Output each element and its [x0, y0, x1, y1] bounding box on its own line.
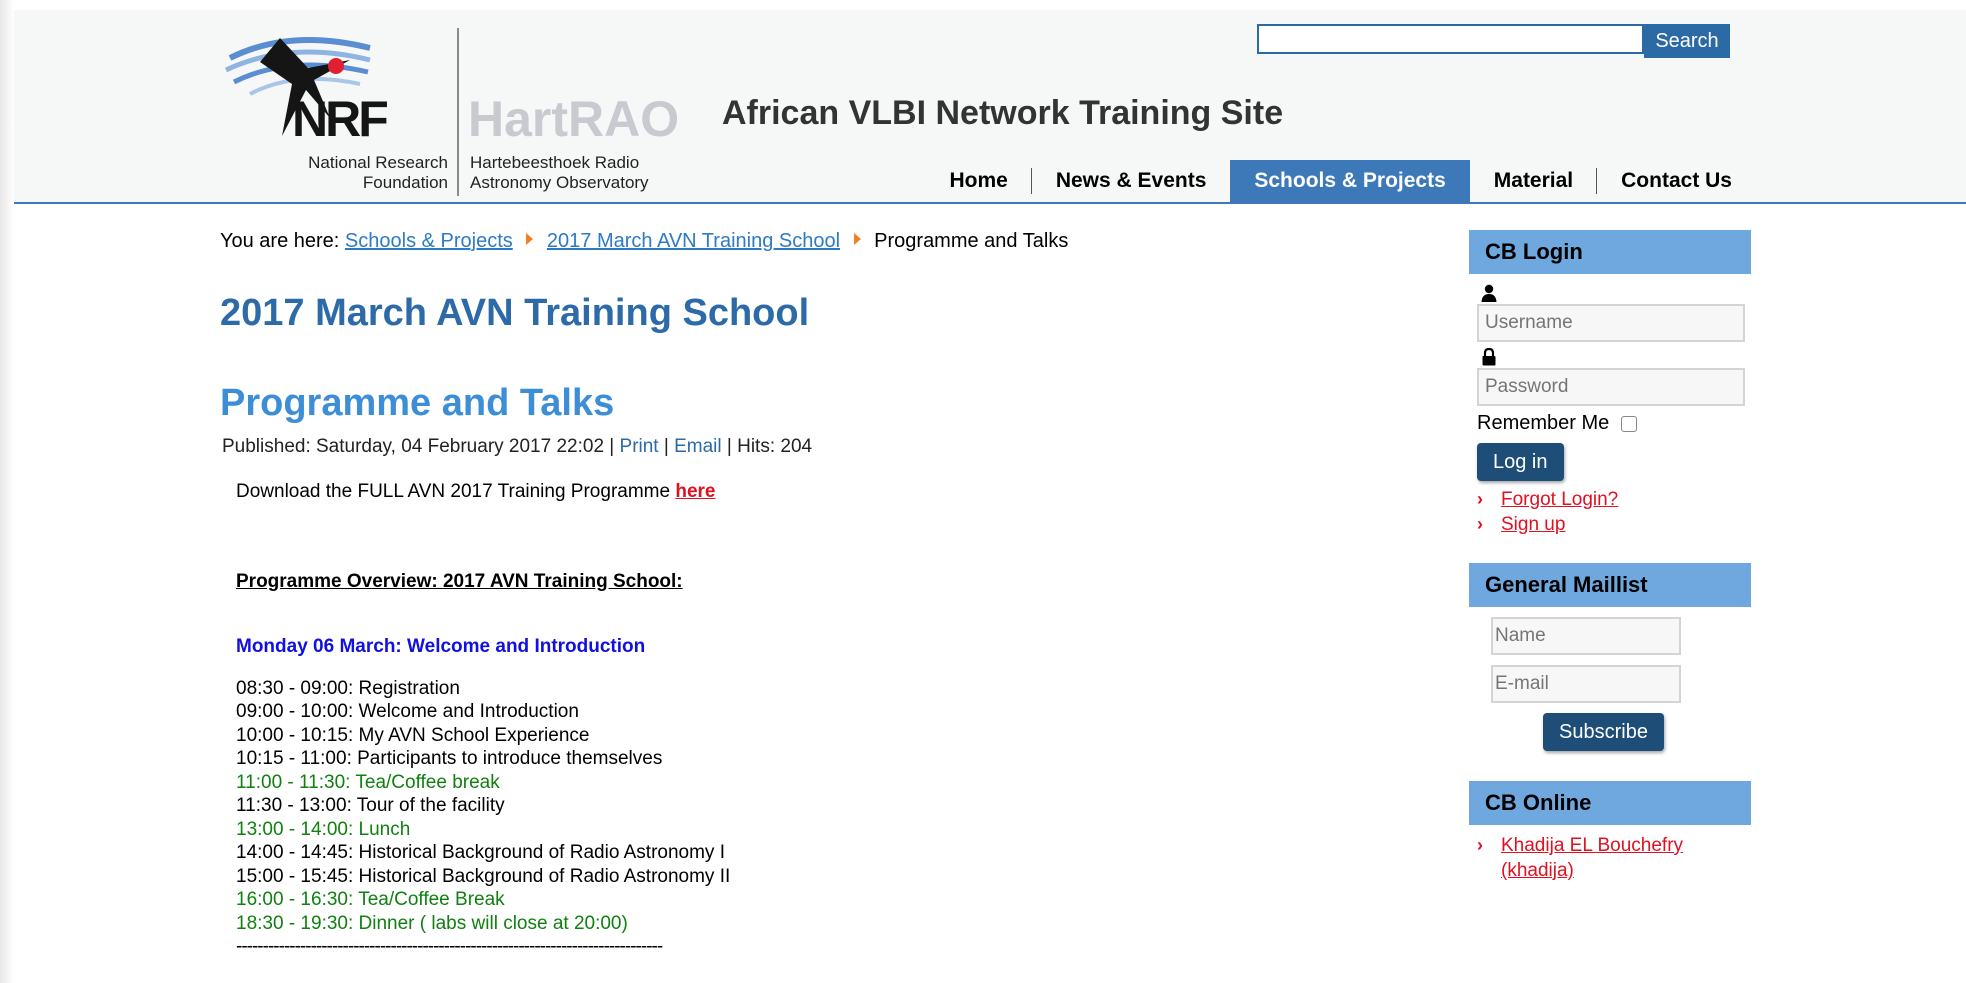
- download-here-link[interactable]: here: [675, 481, 715, 502]
- hits-count: Hits: 204: [737, 436, 813, 457]
- download-text: Download the FULL AVN 2017 Training Prog…: [236, 481, 671, 502]
- logo-nrf-line2: Foundation: [363, 173, 448, 192]
- main-nav: Home News & Events Schools & Projects Ma…: [925, 160, 1756, 202]
- online-users-list: › Khadija EL Bouchefry (khadija): [1469, 833, 1751, 883]
- nav-material[interactable]: Material: [1470, 160, 1598, 202]
- divider-line: ----------------------------------------…: [236, 936, 663, 957]
- schedule-item: 14:00 - 14:45: Historical Background of …: [236, 842, 725, 863]
- user-icon: [1481, 284, 1497, 302]
- search-input[interactable]: [1257, 24, 1644, 54]
- subscribe-button[interactable]: Subscribe: [1543, 713, 1664, 751]
- remember-me-row: Remember Me: [1477, 412, 1745, 435]
- article-title: Programme and Talks: [220, 382, 615, 424]
- meta-separator: |: [609, 436, 615, 457]
- site-title: African VLBI Network Training Site: [722, 94, 1284, 132]
- breadcrumb-arrow-icon: [526, 233, 534, 245]
- search-button[interactable]: Search: [1644, 24, 1730, 58]
- nav-schools-projects[interactable]: Schools & Projects: [1230, 160, 1470, 202]
- online-user-name: Khadija EL Bouchefry: [1501, 835, 1684, 856]
- chevron-right-icon: ›: [1477, 489, 1483, 509]
- email-link[interactable]: Email: [674, 436, 722, 457]
- online-module-title: CB Online: [1469, 781, 1751, 825]
- overview-heading: Programme Overview: 2017 AVN Training Sc…: [236, 570, 683, 592]
- sidebar: CB Login Remember Me Log in › Forgot Log…: [1469, 230, 1751, 883]
- logo-hartrao-line1: Hartebeesthoek Radio: [470, 153, 639, 172]
- login-links: › Forgot Login? › Sign up: [1477, 487, 1745, 537]
- maillist-name-input[interactable]: [1491, 617, 1681, 655]
- download-line: Download the FULL AVN 2017 Training Prog…: [236, 480, 730, 504]
- maillist-module-title: General Maillist: [1469, 563, 1751, 607]
- article-body: Download the FULL AVN 2017 Training Prog…: [236, 480, 730, 959]
- forgot-login-link[interactable]: Forgot Login?: [1501, 487, 1618, 512]
- list-item: › Khadija EL Bouchefry (khadija): [1477, 833, 1751, 883]
- chevron-right-icon: ›: [1477, 514, 1483, 534]
- nav-news-events[interactable]: News & Events: [1032, 160, 1231, 202]
- breadcrumb: You are here: Schools & Projects 2017 Ma…: [220, 230, 1068, 253]
- schedule-list: 08:30 - 09:00: Registration 09:00 - 10:0…: [236, 677, 730, 936]
- category-heading: 2017 March AVN Training School: [220, 292, 810, 334]
- lock-icon: [1482, 348, 1496, 366]
- remember-me-checkbox[interactable]: [1621, 415, 1638, 432]
- breadcrumb-prefix: You are here:: [220, 230, 340, 252]
- schedule-item-break: 16:00 - 16:30: Tea/Coffee Break: [236, 889, 505, 910]
- article-meta: Published: Saturday, 04 February 2017 22…: [222, 436, 812, 458]
- logo-hartrao-text: HartRAO: [468, 91, 679, 147]
- schedule-item: 08:30 - 09:00: Registration: [236, 677, 460, 699]
- search-box: Search: [1257, 24, 1730, 58]
- page-shadow: [0, 0, 14, 983]
- nrf-hartrao-logo[interactable]: NRF National Research Foundation HartRAO…: [220, 18, 700, 198]
- sign-up-link[interactable]: Sign up: [1501, 512, 1565, 537]
- schedule-item-break: 18:30 - 19:30: Dinner ( labs will close …: [236, 912, 628, 934]
- chevron-right-icon: ›: [1477, 835, 1483, 855]
- day-heading: Monday 06 March: Welcome and Introductio…: [236, 636, 646, 657]
- maillist-module: General Maillist Subscribe: [1469, 563, 1751, 751]
- site-header: NRF National Research Foundation HartRAO…: [14, 10, 1966, 204]
- schedule-item: 10:15 - 11:00: Participants to introduce…: [236, 748, 663, 769]
- logo-nrf-line1: National Research: [308, 153, 448, 172]
- schedule-item: 15:00 - 15:45: Historical Background of …: [236, 865, 731, 887]
- online-user-handle: (khadija): [1501, 860, 1574, 881]
- meta-separator: |: [663, 436, 669, 457]
- maillist-email-input[interactable]: [1491, 665, 1681, 703]
- logo-nrf-text: NRF: [292, 91, 387, 147]
- login-module-title: CB Login: [1469, 230, 1751, 274]
- breadcrumb-link-schools-projects[interactable]: Schools & Projects: [345, 230, 513, 252]
- login-button[interactable]: Log in: [1477, 443, 1564, 481]
- published-date: Published: Saturday, 04 February 2017 22…: [222, 436, 605, 457]
- breadcrumb-link-training-school[interactable]: 2017 March AVN Training School: [547, 230, 840, 252]
- schedule-item: 09:00 - 10:00: Welcome and Introduction: [236, 701, 579, 722]
- login-form: Remember Me Log in › Forgot Login? › Sig…: [1469, 274, 1751, 537]
- password-input[interactable]: [1477, 368, 1745, 406]
- schedule-item: 11:30 - 13:00: Tour of the facility: [236, 795, 505, 816]
- breadcrumb-current: Programme and Talks: [874, 230, 1069, 252]
- meta-separator: |: [726, 436, 732, 457]
- online-user-link[interactable]: Khadija EL Bouchefry (khadija): [1501, 833, 1683, 883]
- schedule-item: 10:00 - 10:15: My AVN School Experience: [236, 724, 590, 746]
- login-module: CB Login Remember Me Log in › Forgot Log…: [1469, 230, 1751, 537]
- maillist-form: Subscribe: [1469, 607, 1751, 751]
- nav-home[interactable]: Home: [925, 160, 1033, 202]
- schedule-item-break: 11:00 - 11:30: Tea/Coffee break: [236, 771, 500, 793]
- remember-me-label: Remember Me: [1477, 412, 1610, 434]
- schedule-item-break: 13:00 - 14:00: Lunch: [236, 818, 411, 840]
- online-module: CB Online › Khadija EL Bouchefry (khadij…: [1469, 781, 1751, 883]
- nav-contact-us[interactable]: Contact Us: [1597, 160, 1756, 202]
- logo-hartrao-line2: Astronomy Observatory: [470, 173, 649, 192]
- list-item: › Sign up: [1477, 512, 1745, 537]
- print-link[interactable]: Print: [620, 436, 659, 457]
- username-input[interactable]: [1477, 304, 1745, 342]
- breadcrumb-arrow-icon: [853, 233, 861, 245]
- list-item: › Forgot Login?: [1477, 487, 1745, 512]
